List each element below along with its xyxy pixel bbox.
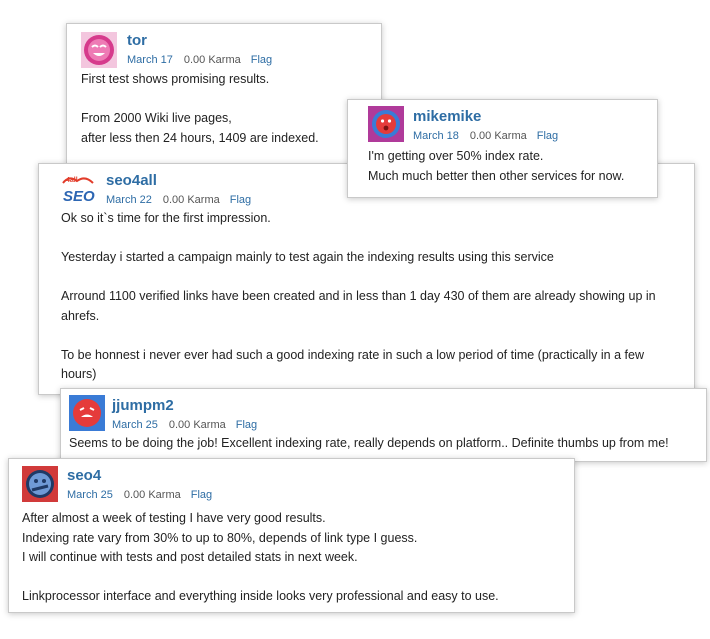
comment-line: Yesterday i started a campaign mainly to…: [61, 250, 554, 264]
comment-date[interactable]: March 22: [106, 194, 152, 206]
avatar-face-icon: [22, 466, 58, 502]
comment-date[interactable]: March 17: [127, 54, 173, 66]
svg-text:SEO: SEO: [63, 188, 95, 205]
comment-line: I'm getting over 50% index rate.: [368, 149, 544, 163]
avatar[interactable]: [368, 106, 404, 142]
username[interactable]: seo4all: [106, 172, 157, 189]
comment-meta: March 18 0.00 Karma Flag: [413, 130, 558, 142]
flag-link[interactable]: Flag: [230, 194, 251, 206]
comment-card: tor March 17 0.00 Karma Flag First test sh…: [66, 23, 382, 165]
comment-line: Indexing rate vary from 30% to up to 80%…: [22, 530, 418, 545]
karma-value: 0.00 Karma: [168, 419, 226, 431]
avatar[interactable]: [69, 395, 105, 431]
username[interactable]: jjumpm2: [112, 397, 174, 414]
comment-card: jjumpm2 March 25 0.00 Karma Flag Seems to …: [60, 388, 707, 462]
flag-link[interactable]: Flag: [191, 489, 212, 501]
comment-body: First test shows promising results. From…: [81, 70, 371, 148]
karma-value: 0.00 Karma: [469, 130, 527, 142]
svg-text:4all: 4all: [66, 177, 78, 184]
comment-body: Seems to be doing the job! Excellent ind…: [69, 434, 704, 454]
seo-logo-icon: 4all SEO: [59, 171, 101, 205]
comment-date[interactable]: March 25: [112, 419, 158, 431]
avatar[interactable]: 4all SEO: [59, 171, 101, 205]
comment-line: To be honnest i never ever had such a go…: [61, 347, 644, 362]
comment-line: Arround 1100 verified links have been cr…: [61, 289, 656, 303]
avatar-face-icon: [69, 395, 105, 431]
comment-line: After almost a week of testing I have ve…: [22, 511, 326, 525]
comment-meta: March 25 0.00 Karma Flag: [112, 419, 257, 431]
comment-body: Ok so it`s time for the first impression…: [61, 209, 691, 385]
karma-value: 0.00 Karma: [183, 54, 241, 66]
comment-card: seo4 March 25 0.00 Karma Flag After almost…: [8, 458, 575, 613]
comment-line: Much much better then other services for…: [368, 168, 625, 183]
comment-card: mikemike March 18 0.00 Karma Flag I'm gett…: [347, 99, 658, 198]
comment-date[interactable]: March 25: [67, 489, 113, 501]
username[interactable]: tor: [127, 32, 147, 49]
comment-meta: March 17 0.00 Karma Flag: [127, 54, 272, 66]
flag-link[interactable]: Flag: [251, 54, 272, 66]
comment-date[interactable]: March 18: [413, 130, 459, 142]
comment-line: Seems to be doing the job! Excellent ind…: [69, 436, 669, 450]
comment-line: From 2000 Wiki live pages,: [81, 111, 232, 125]
comment-line: Linkprocessor interface and everything i…: [22, 589, 499, 603]
comment-meta: March 22 0.00 Karma Flag: [106, 194, 251, 206]
avatar[interactable]: [22, 466, 58, 502]
comment-line: I will continue with tests and post deta…: [22, 550, 358, 564]
karma-value: 0.00 Karma: [123, 489, 181, 501]
karma-value: 0.00 Karma: [162, 194, 220, 206]
comment-line: after less then 24 hours, 1409 are index…: [81, 130, 319, 145]
comment-line: ahrefs.: [61, 308, 100, 323]
username[interactable]: mikemike: [413, 108, 481, 125]
comment-meta: March 25 0.00 Karma Flag: [67, 489, 212, 501]
comment-line: First test shows promising results.: [81, 72, 270, 86]
avatar[interactable]: [81, 32, 117, 68]
username[interactable]: seo4: [67, 467, 101, 484]
flag-link[interactable]: Flag: [236, 419, 257, 431]
comment-body: I'm getting over 50% index rate. Much mu…: [368, 147, 653, 186]
avatar-face-icon: [81, 32, 117, 68]
flag-link[interactable]: Flag: [537, 130, 558, 142]
comment-line: Ok so it`s time for the first impression…: [61, 211, 271, 225]
comment-body: After almost a week of testing I have ve…: [22, 509, 572, 607]
comment-line: hours): [61, 367, 97, 381]
avatar-face-icon: [368, 106, 404, 142]
